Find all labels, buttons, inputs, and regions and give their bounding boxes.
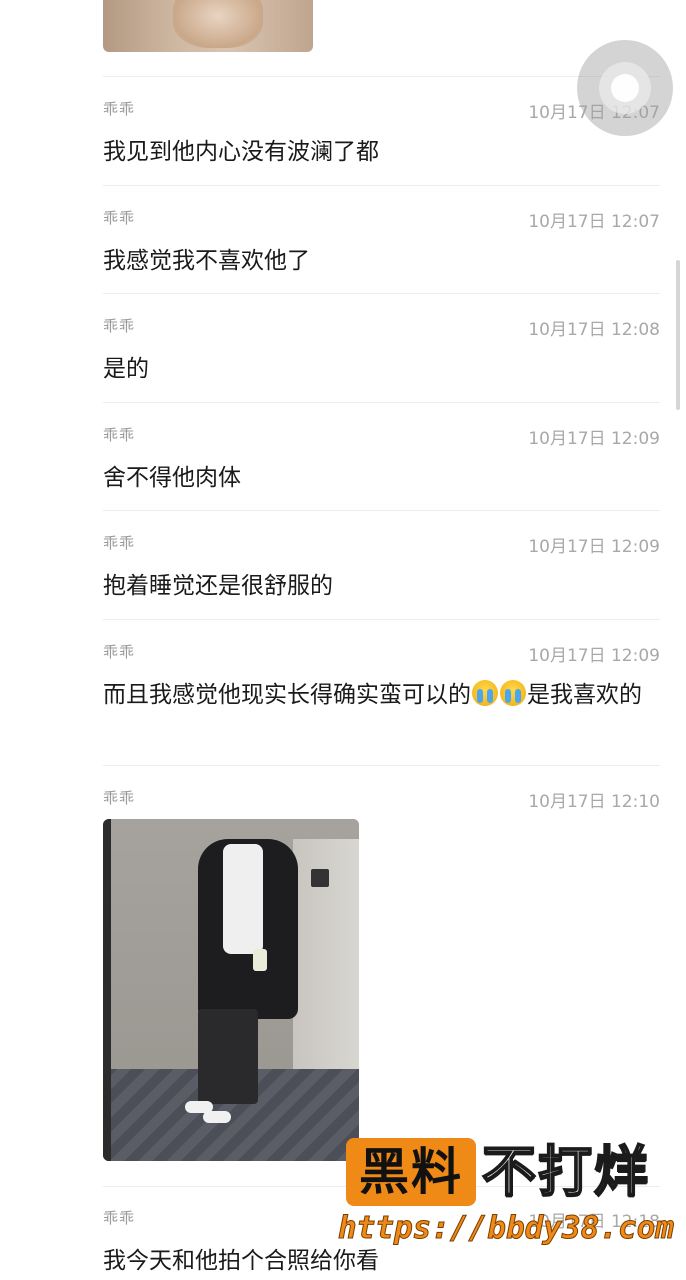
message-text: 抱着睡觉还是很舒服的 (103, 573, 333, 599)
photo-switch (311, 869, 329, 887)
divider (103, 293, 660, 294)
message-text: 舍不得他肉体 (103, 465, 241, 491)
divider (103, 765, 660, 766)
message-text: 我见到他内心没有波澜了都 (103, 139, 379, 165)
watermark: 黑料 不打烊 https://bbdy38.com (338, 1138, 674, 1258)
sender-name: 乖乖 (103, 1209, 136, 1227)
divider (103, 185, 660, 186)
chat-history-page: 乖乖 10月17日 12:07 我见到他内心没有波澜了都 乖乖 10月17日 1… (0, 0, 686, 1280)
photo-person-shirt (223, 844, 263, 954)
message-text: 我感觉我不喜欢他了 (103, 248, 310, 274)
divider (103, 76, 660, 77)
message-text-part: 而且我感觉他现实长得确实蛮可以的 (103, 682, 471, 708)
message-time: 10月17日 12:09 (528, 429, 660, 449)
message-time: 10月17日 12:10 (528, 792, 660, 812)
message-text: 而且我感觉他现实长得确实蛮可以的 是我喜欢的 (103, 677, 660, 713)
sender-name: 乖乖 (103, 789, 136, 807)
message-item[interactable]: 乖乖 10月17日 12:08 是的 (103, 315, 660, 385)
divider (103, 619, 660, 620)
photo-cup (253, 949, 267, 971)
floating-assistive-button[interactable] (577, 40, 673, 136)
crying-face-emoji-icon (472, 680, 498, 706)
photo-message-image[interactable] (103, 819, 359, 1161)
message-time: 10月17日 12:09 (528, 646, 660, 666)
message-item[interactable]: 乖乖 10月17日 12:09 而且我感觉他现实长得确实蛮可以的 是我喜欢的 (103, 641, 660, 751)
photo-person-pants (198, 1009, 258, 1104)
message-text-part: 是我喜欢的 (527, 682, 642, 708)
photo-shoe (203, 1111, 231, 1123)
scrollbar[interactable] (676, 260, 680, 410)
message-time: 10月17日 12:09 (528, 537, 660, 557)
sender-name: 乖乖 (103, 100, 136, 118)
sender-name: 乖乖 (103, 317, 136, 335)
message-time: 10月17日 12:08 (528, 320, 660, 340)
divider (103, 402, 660, 403)
sender-name: 乖乖 (103, 534, 136, 552)
photo-content (173, 0, 263, 48)
message-time: 10月17日 12:07 (528, 212, 660, 232)
message-item[interactable]: 乖乖 10月17日 12:07 我感觉我不喜欢他了 (103, 207, 660, 277)
message-text: 是的 (103, 356, 149, 382)
previous-photo-message[interactable] (103, 0, 313, 52)
watermark-url: https://bbdy38.com (338, 1210, 675, 1247)
crying-face-emoji-icon (500, 680, 526, 706)
sender-name: 乖乖 (103, 643, 136, 661)
watermark-title: 不打烊 (481, 1139, 650, 1204)
message-item[interactable]: 乖乖 10月17日 12:07 我见到他内心没有波澜了都 (103, 98, 660, 168)
message-item[interactable]: 乖乖 10月17日 12:09 抱着睡觉还是很舒服的 (103, 532, 660, 602)
message-item[interactable]: 乖乖 10月17日 12:09 舍不得他肉体 (103, 424, 660, 494)
assistive-core-icon (611, 74, 639, 102)
watermark-logo-box: 黑料 (346, 1138, 476, 1206)
sender-name: 乖乖 (103, 426, 136, 444)
sender-name: 乖乖 (103, 209, 136, 227)
photo-door (103, 819, 111, 1161)
divider (103, 510, 660, 511)
message-item[interactable]: 乖乖 10月17日 12:10 (103, 787, 660, 817)
